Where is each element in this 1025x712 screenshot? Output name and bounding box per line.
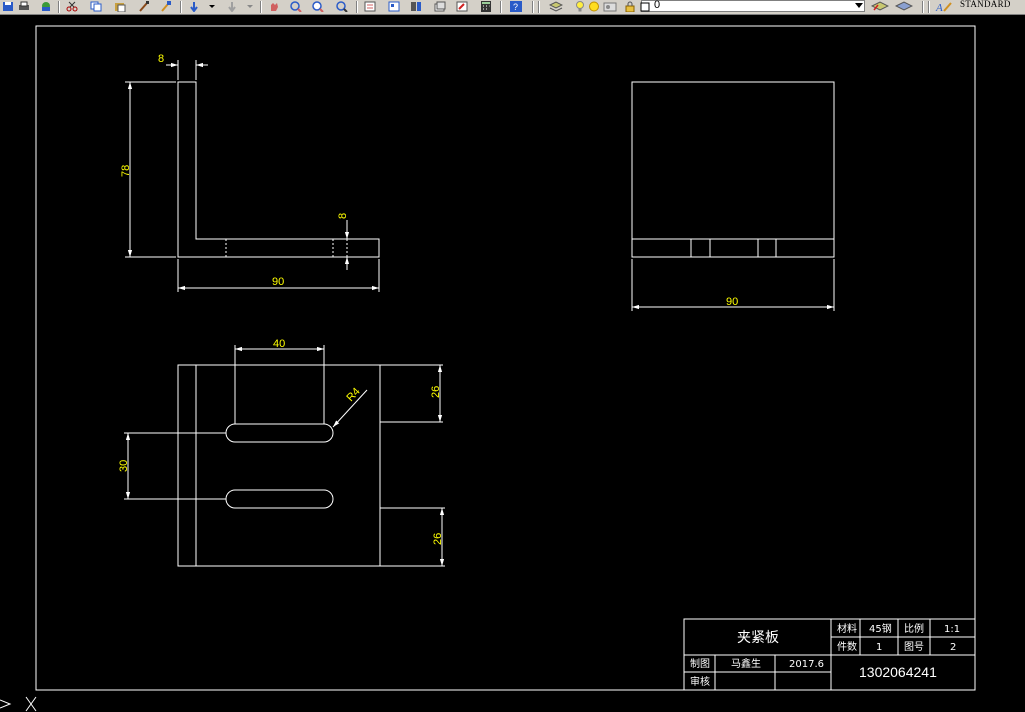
material-value: 45钢 (869, 622, 892, 635)
dim-text-top-offset: 26 (430, 386, 442, 398)
top-view (177, 364, 445, 567)
front-view (177, 81, 380, 258)
drawing-no-label: 图号 (904, 641, 924, 653)
dim-text-bottom-offset: 26 (432, 533, 444, 545)
part-name: 夹紧板 (737, 630, 779, 646)
dim-text-slot-radius: R4 (344, 386, 362, 404)
slot-lower (225, 489, 334, 509)
title-block: 夹紧板 材料 45钢 比例 1:1 件数 1 图号 2 制图 马鑫生 2017.… (683, 618, 976, 691)
quantity-label: 件数 (837, 640, 857, 653)
scale-label: 比例 (904, 622, 924, 635)
quantity-value: 1 (876, 642, 882, 653)
dim-text-thickness-base: 8 (337, 213, 349, 219)
dim-text-thickness-top: 8 (158, 53, 164, 65)
drawing-canvas[interactable]: 8 78 8 90 90 40 R4 30 26 26 夹紧板 材料 45钢 比… (0, 0, 1025, 712)
dim-extension-lines-slot (234, 345, 325, 424)
scale-value: 1:1 (944, 624, 960, 635)
front-view-outline (177, 81, 380, 258)
checked-by-label: 审核 (690, 675, 710, 688)
dim-line-thickness-top (166, 60, 208, 80)
date-value: 2017.6 (789, 659, 824, 670)
dim-text-slot-spacing: 30 (118, 460, 130, 472)
dim-text-side-width: 90 (726, 296, 738, 308)
dim-text-slot-length: 40 (273, 338, 285, 350)
side-view-slot-lines (690, 239, 777, 257)
drawn-by-label: 制图 (690, 657, 710, 670)
dim-text-height: 78 (120, 165, 132, 177)
top-view-dimensions: 40 R4 30 26 26 (118, 338, 445, 566)
side-view (631, 81, 835, 258)
side-view-outline (631, 81, 835, 258)
phone-number: 1302064241 (859, 664, 937, 680)
dim-text-width: 90 (272, 276, 284, 288)
drawn-by-value: 马鑫生 (731, 657, 761, 670)
drawing-no-value: 2 (950, 642, 956, 653)
material-label: 材料 (837, 622, 857, 635)
side-view-dimensions: 90 (631, 259, 835, 311)
slot-upper (225, 423, 334, 443)
dim-extension-lines-height (125, 81, 176, 258)
dim-extension-lines-spacing (124, 432, 226, 500)
front-view-hidden-lines (225, 239, 348, 257)
front-view-dimensions: 8 78 8 90 (120, 53, 380, 292)
ucs-icon (0, 696, 37, 712)
